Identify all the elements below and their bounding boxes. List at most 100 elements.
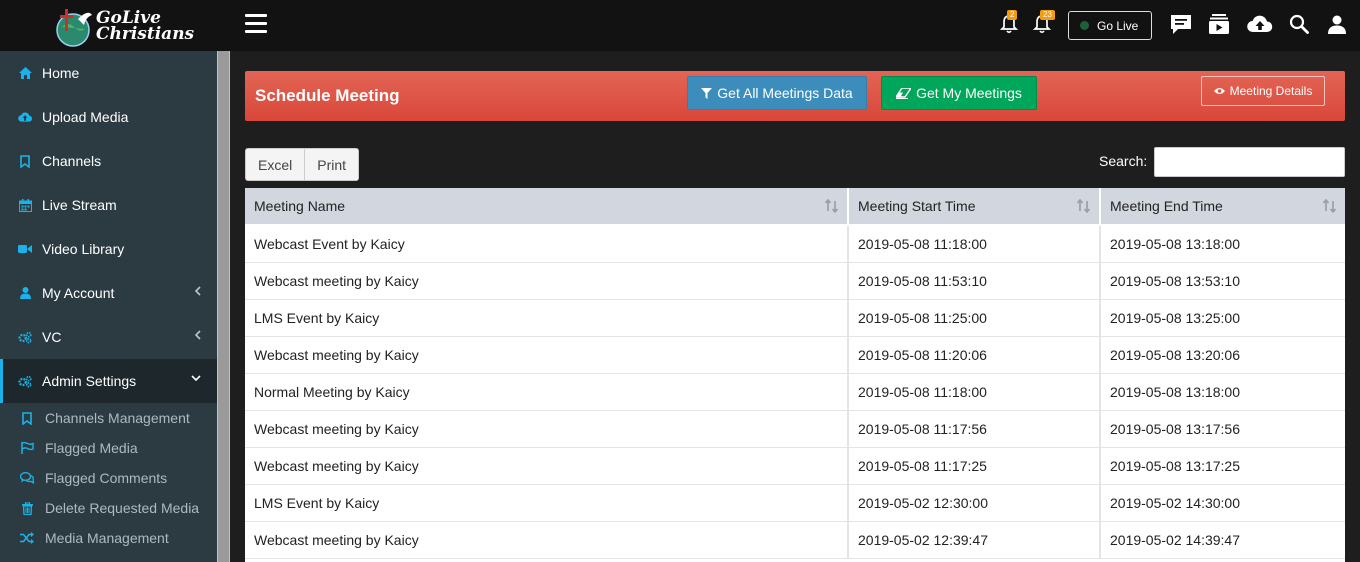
search-icon xyxy=(1289,14,1309,34)
meeting-name-cell: LMS Event by Kaicy xyxy=(245,484,848,522)
menu-icon[interactable] xyxy=(245,14,267,34)
column-header-start-time[interactable]: Meeting Start Time xyxy=(847,188,1100,226)
start-time-cell: 2019-05-08 11:20:06 xyxy=(847,336,1100,374)
cogs-icon xyxy=(18,330,32,344)
meeting-name-cell: Webcast meeting by Kaicy xyxy=(245,410,848,448)
start-time-cell: 2019-05-02 12:39:47 xyxy=(847,521,1100,559)
chevron-left-icon xyxy=(194,285,201,299)
upload-button[interactable] xyxy=(1246,12,1274,36)
end-time-cell: 2019-05-08 13:18:00 xyxy=(1099,225,1345,263)
table-search-input[interactable] xyxy=(1154,147,1345,177)
meetings-table-container: Meeting Name Meeting Start Time Meeting … xyxy=(245,188,1345,562)
search-label: Search: xyxy=(1099,153,1148,169)
admin-settings-submenu: Channels Management Flagged Media Flagge… xyxy=(0,403,217,553)
comments-icon xyxy=(20,471,34,485)
brand-name: GoLive Christians xyxy=(96,9,194,42)
sidebar-item-label: Admin Settings xyxy=(42,373,137,389)
table-row[interactable]: Webcast meeting by Kaicy 2019-05-08 11:20… xyxy=(245,336,1345,374)
column-header-label: Meeting Start Time xyxy=(858,198,976,214)
chat-icon xyxy=(1171,14,1191,34)
sidebar-subitem-label: Channels Management xyxy=(45,410,190,426)
alerts-button[interactable]: 23 xyxy=(1030,10,1055,36)
sidebar-subitem-flagged-media[interactable]: Flagged Media xyxy=(0,433,217,463)
table-row[interactable]: Webcast meeting by Kaicy 2019-05-08 11:53… xyxy=(245,262,1345,300)
meeting-name-cell: LMS Event by Kaicy xyxy=(245,299,848,337)
column-header-label: Meeting Name xyxy=(254,198,346,214)
end-time-cell: 2019-05-08 13:20:06 xyxy=(1099,336,1345,374)
schedule-meeting-header: Schedule Meeting Get All Meetings Data G… xyxy=(245,71,1345,121)
bookmark-icon xyxy=(18,154,32,168)
get-my-meetings-button[interactable]: Get My Meetings xyxy=(881,76,1037,110)
shuffle-icon xyxy=(20,531,34,545)
page-title: Schedule Meeting xyxy=(255,86,400,105)
filter-icon xyxy=(701,87,713,99)
start-time-cell: 2019-05-08 11:17:56 xyxy=(847,410,1100,448)
messages-button[interactable] xyxy=(1169,12,1193,36)
brand-logo[interactable]: GoLive Christians xyxy=(0,0,230,51)
bookmark-icon xyxy=(20,411,34,425)
sidebar-item-vc[interactable]: VC xyxy=(0,315,217,359)
column-header-end-time[interactable]: Meeting End Time xyxy=(1099,188,1345,226)
table-row[interactable]: Normal Meeting by Kaicy 2019-05-08 11:18:… xyxy=(245,373,1345,411)
sidebar-menu: Home Upload Media Channels Live Stream V… xyxy=(0,51,217,553)
table-row[interactable]: Webcast Event by Kaicy 2019-05-08 11:18:0… xyxy=(245,225,1345,263)
end-time-cell: 2019-05-08 13:53:10 xyxy=(1099,262,1345,300)
trash-icon xyxy=(20,501,34,515)
top-navbar: 2 23 Go Live xyxy=(230,0,1360,51)
sidebar-item-channels[interactable]: Channels xyxy=(0,139,217,183)
meeting-name-cell: Webcast meeting by Kaicy xyxy=(245,336,848,374)
profile-button[interactable] xyxy=(1325,12,1349,36)
sort-icon xyxy=(1076,198,1091,216)
sidebar-subitem-media-management[interactable]: Media Management xyxy=(0,523,217,553)
sidebar-item-admin-settings[interactable]: Admin Settings xyxy=(0,359,217,403)
playlist-button[interactable] xyxy=(1207,12,1231,36)
go-live-button[interactable]: Go Live xyxy=(1068,11,1152,40)
sidebar-item-label: Video Library xyxy=(42,241,125,257)
get-all-meetings-button[interactable]: Get All Meetings Data xyxy=(687,76,867,110)
print-button[interactable]: Print xyxy=(304,149,359,180)
sidebar-subitem-delete-requested-media[interactable]: Delete Requested Media xyxy=(0,493,217,523)
sidebar-item-upload-media[interactable]: Upload Media xyxy=(0,95,217,139)
table-row[interactable]: LMS Event by Kaicy 2019-05-02 12:30:00 201… xyxy=(245,484,1345,522)
eraser-icon xyxy=(896,87,912,99)
search-button[interactable] xyxy=(1287,12,1311,36)
excel-export-button[interactable]: Excel xyxy=(246,149,305,180)
sidebar-subitem-channels-management[interactable]: Channels Management xyxy=(0,403,217,433)
live-status-dot xyxy=(1080,21,1089,30)
sidebar-item-video-library[interactable]: Video Library xyxy=(0,227,217,271)
user-icon xyxy=(18,286,32,300)
end-time-cell: 2019-05-08 13:17:56 xyxy=(1099,410,1345,448)
sidebar-item-label: Channels xyxy=(42,153,102,169)
meeting-details-button[interactable]: Meeting Details xyxy=(1201,76,1325,106)
sidebar-scrollbar-thumb[interactable] xyxy=(218,51,229,562)
table-row[interactable]: Webcast meeting by Kaicy 2019-05-08 11:17… xyxy=(245,410,1345,448)
sidebar-item-label: Home xyxy=(42,65,80,81)
meeting-name-cell: Webcast meeting by Kaicy xyxy=(245,521,848,559)
meetings-table-body: Webcast Event by Kaicy 2019-05-08 11:18:0… xyxy=(245,225,1345,559)
get-all-meetings-label: Get All Meetings Data xyxy=(717,85,853,101)
notification-count-badge: 2 xyxy=(1007,10,1018,20)
end-time-cell: 2019-05-08 13:25:00 xyxy=(1099,299,1345,337)
sidebar-item-my-account[interactable]: My Account xyxy=(0,271,217,315)
table-row[interactable]: LMS Event by Kaicy 2019-05-08 11:25:00 201… xyxy=(245,299,1345,337)
start-time-cell: 2019-05-08 11:18:00 xyxy=(847,373,1100,411)
sidebar-item-label: Live Stream xyxy=(42,197,117,213)
meeting-name-cell: Webcast Event by Kaicy xyxy=(245,225,848,263)
main-content: Schedule Meeting Get All Meetings Data G… xyxy=(230,51,1360,562)
meeting-name-cell: Normal Meeting by Kaicy xyxy=(245,373,848,411)
sidebar-subitem-flagged-comments[interactable]: Flagged Comments xyxy=(0,463,217,493)
sidebar-item-label: My Account xyxy=(42,285,115,301)
user-icon xyxy=(1328,15,1346,34)
table-row[interactable]: Webcast meeting by Kaicy 2019-05-08 11:17… xyxy=(245,447,1345,485)
column-header-meeting-name[interactable]: Meeting Name xyxy=(245,188,848,226)
sidebar-item-home[interactable]: Home xyxy=(0,51,217,95)
end-time-cell: 2019-05-08 13:17:25 xyxy=(1099,447,1345,485)
notifications-button[interactable]: 2 xyxy=(997,10,1021,36)
go-live-label: Go Live xyxy=(1097,18,1139,33)
cogs-icon xyxy=(18,374,32,388)
table-row[interactable]: Webcast meeting by Kaicy 2019-05-02 12:39… xyxy=(245,521,1345,559)
sidebar-item-live-stream[interactable]: Live Stream xyxy=(0,183,217,227)
eye-icon xyxy=(1213,88,1225,94)
end-time-cell: 2019-05-02 14:39:47 xyxy=(1099,521,1345,559)
start-time-cell: 2019-05-08 11:18:00 xyxy=(847,225,1100,263)
